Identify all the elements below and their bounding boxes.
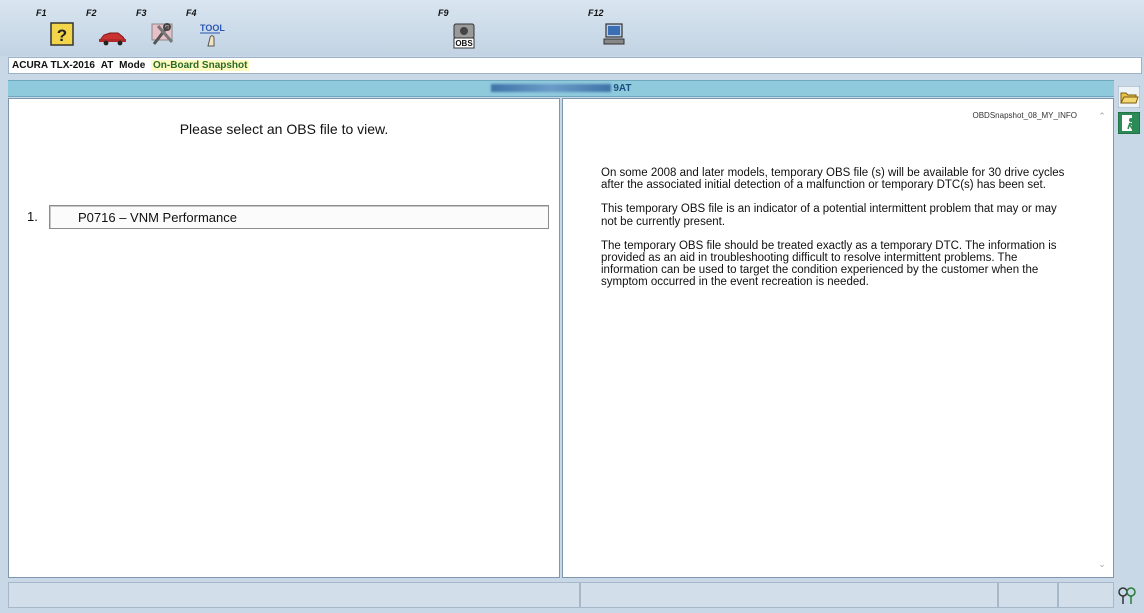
obs-file-list-pane: Please select an OBS file to view. 1. P0… <box>8 98 560 578</box>
obs-info-pane: OBDSnapshot_08_MY_INFO ⌃ On some 2008 an… <box>562 98 1114 578</box>
info-paragraph: The temporary OBS file should be treated… <box>601 239 1057 289</box>
vin-suffix: 9AT <box>613 83 632 94</box>
list-item: 1. P0716 – VNM Performance <box>9 205 559 231</box>
exit-icon[interactable] <box>1118 112 1140 134</box>
transmission-type: AT <box>100 60 114 71</box>
f12-label: F12 <box>588 8 604 18</box>
svg-text:TOOL: TOOL <box>200 23 225 33</box>
f3-tools-button[interactable]: F3 <box>136 8 182 52</box>
info-paragraph: This temporary OBS file is an indicator … <box>601 203 1057 228</box>
info-text: On some 2008 and later models, temporary… <box>601 167 1071 301</box>
scroll-down-arrow[interactable]: ⌄ <box>1097 559 1107 569</box>
vin-bar: 9AT <box>8 80 1114 97</box>
status-bar <box>0 579 1144 613</box>
status-cell <box>1058 582 1114 608</box>
f9-label: F9 <box>438 8 449 18</box>
file-number: 1. <box>27 209 38 224</box>
tools-icon <box>151 23 174 45</box>
f2-label: F2 <box>86 8 97 18</box>
document-name: OBDSnapshot_08_MY_INFO <box>972 111 1078 120</box>
f4-label: F4 <box>186 8 197 18</box>
f1-label: F1 <box>36 8 47 18</box>
open-folder-icon[interactable] <box>1118 86 1140 108</box>
f4-tool-button[interactable]: F4 TOOL <box>186 8 232 52</box>
status-cell <box>580 582 998 608</box>
f9-obs-button[interactable]: F9 OBS <box>438 8 484 52</box>
tool-touch-icon: TOOL <box>200 23 225 47</box>
info-paragraph: On some 2008 and later models, temporary… <box>601 167 1065 192</box>
car-icon <box>98 32 126 46</box>
scroll-up-arrow[interactable]: ⌃ <box>1097 111 1107 121</box>
pane-title: Please select an OBS file to view. <box>179 121 389 137</box>
status-cell <box>8 582 580 608</box>
vehicle-model: ACURA TLX-2016 <box>12 60 95 71</box>
f1-help-button[interactable]: F1 ? <box>36 8 82 52</box>
toolbar: F1 ? F2 F3 F4 TOOL F9 OBS F12 <box>0 0 1144 56</box>
f3-label: F3 <box>136 8 147 18</box>
status-cell <box>998 582 1058 608</box>
mode-label: Mode <box>119 60 146 71</box>
f12-computer-button[interactable]: F12 <box>588 8 634 52</box>
obs-file-button[interactable]: P0716 – VNM Performance <box>49 205 549 229</box>
f2-vehicle-button[interactable]: F2 <box>86 8 132 52</box>
computer-icon <box>603 23 625 45</box>
svg-text:?: ? <box>57 26 67 45</box>
obs-icon: OBS <box>453 23 475 49</box>
help-icon: ? <box>50 22 74 46</box>
obs-icon-text: OBS <box>455 39 473 48</box>
vin-redacted <box>490 84 611 93</box>
connection-icon <box>1118 587 1136 604</box>
vehicle-info-bar: ACURA TLX-2016 AT Mode On-Board Snapshot <box>8 57 1142 74</box>
mode-value: On-Board Snapshot <box>151 60 250 71</box>
